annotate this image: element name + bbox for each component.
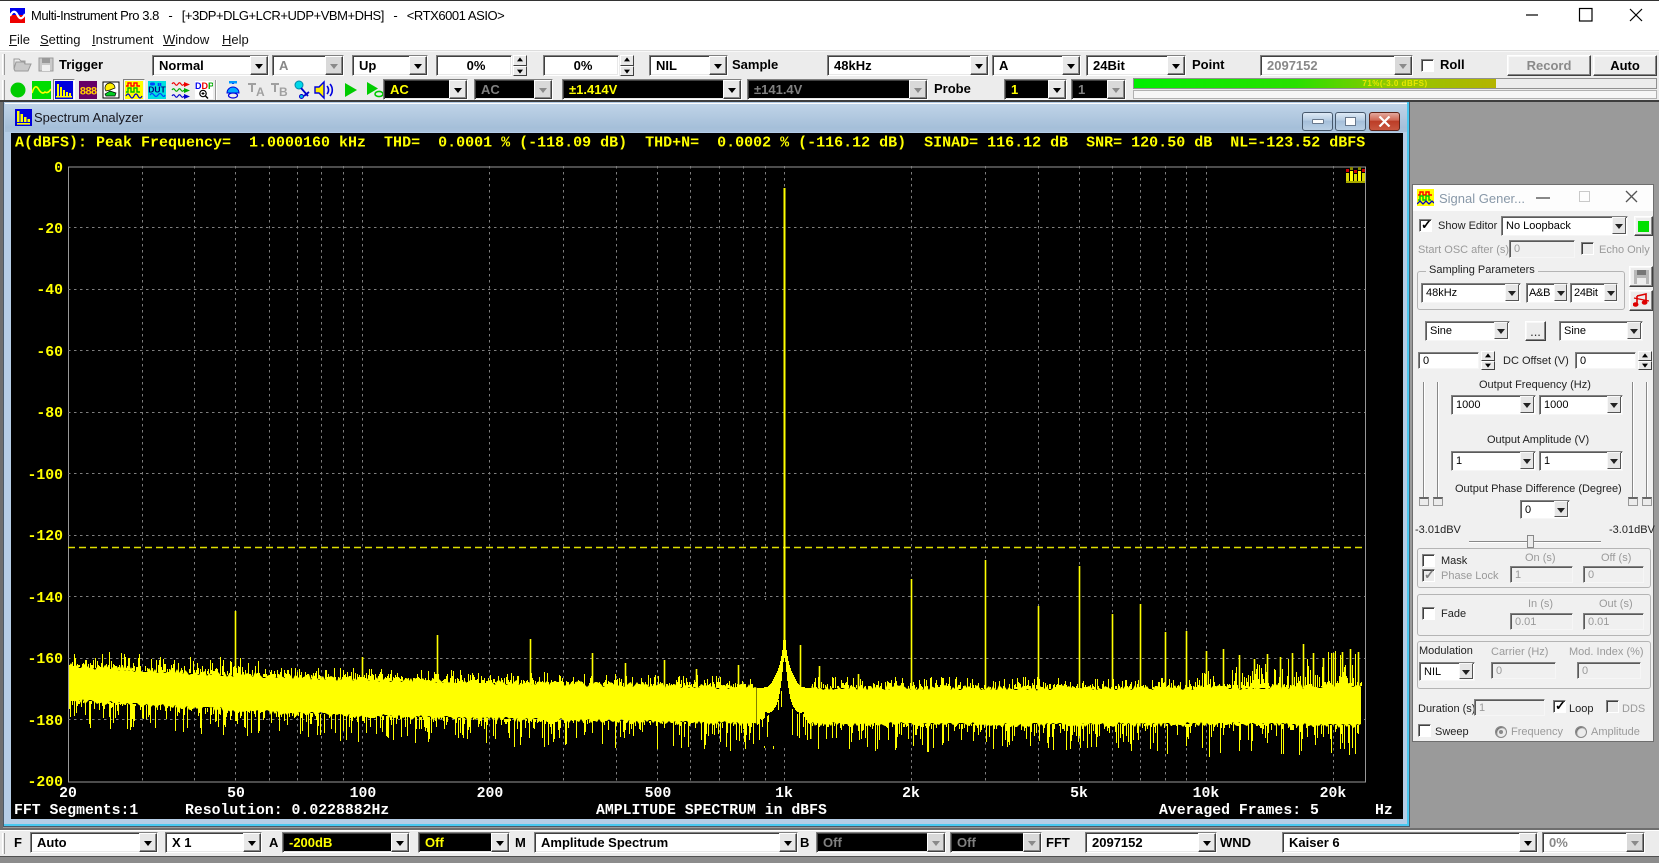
svg-text:5k: 5k — [1070, 786, 1088, 802]
svg-text:100: 100 — [350, 786, 377, 802]
svg-text:-140: -140 — [27, 591, 63, 607]
svg-text:0: 0 — [54, 161, 63, 177]
svg-text:Hz: Hz — [1375, 803, 1393, 819]
svg-text:50: 50 — [227, 786, 245, 802]
svg-text:20: 20 — [59, 786, 77, 802]
svg-text:20k: 20k — [1320, 786, 1347, 802]
svg-text:-120: -120 — [27, 529, 63, 545]
svg-text:-40: -40 — [36, 283, 63, 299]
svg-text:AMPLITUDE SPECTRUM in dBFS: AMPLITUDE SPECTRUM in dBFS — [596, 803, 827, 819]
svg-text:-100: -100 — [27, 468, 63, 484]
svg-text:Averaged Frames: 5: Averaged Frames: 5 — [1159, 803, 1319, 819]
svg-text:1k: 1k — [775, 786, 793, 802]
svg-text:FFT Segments:1: FFT Segments:1 — [14, 803, 138, 819]
svg-text:10k: 10k — [1193, 786, 1220, 802]
svg-text:-200: -200 — [27, 775, 63, 791]
svg-text:DUT: DUT — [148, 85, 166, 95]
svg-text:-60: -60 — [36, 345, 63, 361]
svg-text:200: 200 — [477, 786, 504, 802]
svg-text:2k: 2k — [902, 786, 920, 802]
svg-text:DDP: DDP — [195, 81, 213, 91]
svg-text:-180: -180 — [27, 714, 63, 730]
svg-text:-80: -80 — [36, 406, 63, 422]
svg-text:500: 500 — [645, 786, 672, 802]
svg-text:-20: -20 — [36, 222, 63, 238]
svg-text:Resolution: 0.0228882Hz: Resolution: 0.0228882Hz — [185, 803, 389, 819]
svg-text:888: 888 — [80, 87, 97, 99]
svg-text:A(dBFS): Peak Frequency= 1.00: A(dBFS): Peak Frequency= 1.0000160 kHz T… — [15, 135, 1365, 152]
svg-text:A: A — [256, 85, 265, 99]
svg-text:B: B — [279, 85, 288, 99]
svg-text:-160: -160 — [27, 652, 63, 668]
